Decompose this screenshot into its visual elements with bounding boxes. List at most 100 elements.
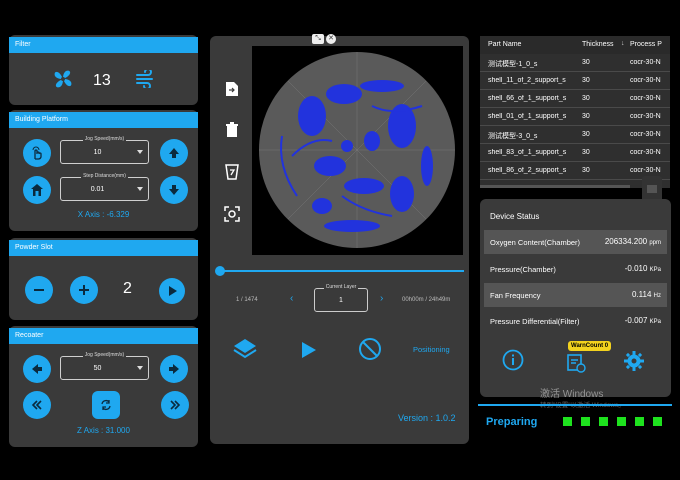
double-right-button[interactable] [161,391,189,419]
play-button[interactable] [159,278,185,304]
chevron-down-icon [137,187,143,191]
layer-slider-handle[interactable] [215,266,225,276]
process-cell: cocr-30-N [630,149,661,156]
part-name-cell: 测试模型-3_0_s [488,133,538,140]
table-row[interactable]: shell_66_of_1_support_s 30 cocr-30-N [480,90,670,108]
filter-panel: Filter 13 [9,35,198,105]
table-header: Part Name Thickness ↓ Process P [480,36,670,54]
info-icon[interactable] [502,349,524,371]
status-light [635,417,644,426]
start-button[interactable] [300,340,318,360]
device-status-unit: KPa [649,319,661,325]
thickness-cell: 30 [582,113,590,120]
thickness-cell: 30 [582,149,590,156]
step-distance-dropdown[interactable]: Step Distance(mm) 0.01 [60,173,149,201]
column-part-name[interactable]: Part Name [488,41,521,48]
minus-button[interactable] [25,276,53,304]
jog-speed-value: 10 [93,149,102,156]
windows-watermark-line1: 激活 Windows [540,389,604,400]
left-arrow-button[interactable] [23,355,51,383]
device-status-value: 0.114 [631,290,652,299]
current-layer-box[interactable]: Current Layer 1 [314,284,368,312]
device-status-unit: ppm [649,240,661,246]
step-distance-value: 0.01 [90,186,105,193]
device-status-title: Device Status [490,212,540,221]
recoater-jog-speed-value: 50 [93,365,102,372]
table-row[interactable]: shell_83_of_1_support_s 30 cocr-30-N [480,144,670,162]
recoater-header: Recoater [9,328,198,344]
device-status-value: -0.007 [624,316,648,325]
down-arrow-button[interactable] [160,176,188,204]
device-status-label: Pressure Differential(Filter) [490,317,580,326]
filter-header: Filter [9,37,198,53]
process-cell: cocr-30-N [630,59,661,66]
device-status-unit: KPa [649,267,661,273]
status-light [563,417,572,426]
device-status-panel: Device Status Oxygen Content(Chamber) 206… [480,199,671,400]
collapse-icon[interactable]: ⤡ [312,34,324,44]
right-arrow-button[interactable] [160,355,188,383]
device-status-value: -0.010 [624,264,648,273]
column-process[interactable]: Process P [630,41,670,48]
viewer-panel: ⤡ ✕ 1 / 1474 ‹ Current Layer 1 › 00h00m … [210,34,469,444]
center-view-icon[interactable] [224,206,240,222]
process-cell: cocr-30-N [630,131,661,138]
sort-down-icon[interactable]: ↓ [621,40,625,47]
trash-icon[interactable] [225,122,239,138]
building-platform-header: Building Platform [9,112,198,128]
process-cell: cocr-30-N [630,167,661,174]
table-row[interactable]: shell_01_of_1_support_s 30 cocr-30-N [480,108,670,126]
parts-table: Part Name Thickness ↓ Process P 测试模型-1_0… [480,36,670,188]
device-status-value: 206334.200 [604,237,648,246]
recoater-panel: Recoater Jog Speed(mm/s) 50 Z Axis : 31.… [9,326,198,447]
double-left-button[interactable] [23,391,51,419]
thickness-cell: 30 [582,77,590,84]
layer-slider-track[interactable] [220,270,464,272]
log-icon[interactable] [566,353,586,373]
import-file-icon[interactable] [225,81,239,97]
thickness-cell: 30 [582,131,590,138]
up-arrow-button[interactable] [160,139,188,167]
build-plate [259,52,455,248]
part-name-cell: shell_86_of_2_support_s [488,167,567,174]
version-label: Version : 1.0.2 [398,413,456,423]
warn-count-badge[interactable]: WarnCount 0 [568,341,612,351]
layers-button[interactable] [232,336,258,362]
filter-value: 13 [93,72,111,89]
part-name-cell: 测试模型-1_0_s [488,61,538,68]
chevron-down-icon [137,366,143,370]
powder-slot-panel: Powder Slot 2 [9,238,198,320]
table-row[interactable]: shell_11_of_2_support_s 30 cocr-30-N [480,72,670,90]
recoat-cycle-button[interactable] [92,391,120,419]
column-thickness[interactable]: Thickness [582,41,614,48]
device-status-row: Pressure(Chamber) -0.010 KPa [484,257,667,281]
layer-viewport[interactable] [252,46,463,255]
device-status-row: Oxygen Content(Chamber) 206334.200 ppm [484,230,667,254]
status-text: Preparing [486,416,538,428]
status-light [581,417,590,426]
recoater-jog-speed-dropdown[interactable]: Jog Speed(mm/s) 50 [60,352,149,380]
chevron-down-icon [137,150,143,154]
close-icon[interactable]: ✕ [326,34,336,44]
stop-button[interactable] [358,337,382,361]
table-row[interactable]: 测试模型-1_0_s 30 cocr-30-N [480,54,670,72]
table-scrollbar[interactable] [480,185,630,188]
positioning-button[interactable]: Positioning [413,345,450,354]
device-status-label: Oxygen Content(Chamber) [490,238,581,247]
layer-cup-icon[interactable] [225,164,239,180]
fan-icon[interactable] [51,67,75,91]
wind-icon[interactable] [135,68,155,90]
prev-layer-button[interactable]: ‹ [290,293,293,304]
time-readout: 00h00m / 24h49m [402,297,451,303]
table-row[interactable]: 测试模型-3_0_s 30 cocr-30-N [480,126,670,144]
touch-button[interactable] [23,139,51,167]
plus-button[interactable] [70,276,98,304]
building-platform-panel: Building Platform Jog Speed(mm/s) 10 Ste… [9,110,198,231]
part-name-cell: shell_01_of_1_support_s [488,113,567,120]
next-layer-button[interactable]: › [380,293,383,304]
home-button[interactable] [23,176,51,204]
gear-icon[interactable] [623,350,645,372]
layer-count: 1 / 1474 [236,297,258,303]
device-status-label: Pressure(Chamber) [490,265,556,274]
jog-speed-dropdown[interactable]: Jog Speed(mm/s) 10 [60,136,149,164]
